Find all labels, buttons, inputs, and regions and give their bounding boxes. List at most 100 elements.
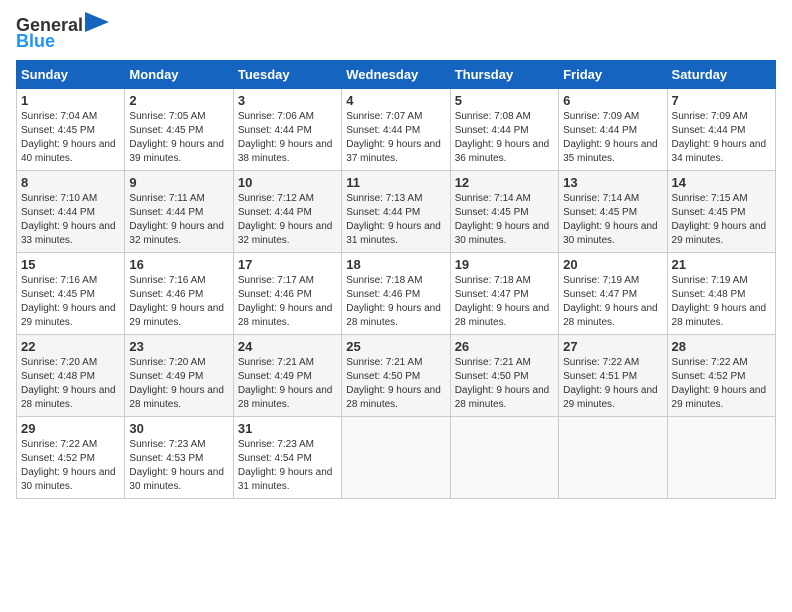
calendar-cell: 5 Sunrise: 7:08 AMSunset: 4:44 PMDaylight… <box>450 88 558 170</box>
calendar-cell: 28Sunrise: 7:22 AMSunset: 4:52 PMDayligh… <box>667 334 775 416</box>
day-number: 4 <box>346 93 445 108</box>
calendar-cell: 30 Sunrise: 7:23 AMSunset: 4:53 PMDayligh… <box>125 416 233 498</box>
day-info: Sunrise: 7:17 AMSunset: 4:46 PMDaylight:… <box>238 274 337 330</box>
day-info: Sunrise: 7:21 AMSunset: 4:50 PMDaylight:… <box>346 356 445 412</box>
calendar-cell: 8Sunrise: 7:10 AMSunset: 4:44 PMDaylight… <box>17 170 125 252</box>
calendar-cell: 27 Sunrise: 7:22 AMSunset: 4:51 PMDayligh… <box>559 334 667 416</box>
weekday-header-friday: Friday <box>559 60 667 88</box>
calendar-header: SundayMondayTuesdayWednesdayThursdayFrid… <box>17 60 776 88</box>
day-number: 31 <box>238 421 337 436</box>
day-number: 23 <box>129 339 228 354</box>
day-info: Sunrise: 7:08 AMSunset: 4:44 PMDaylight:… <box>455 110 554 166</box>
calendar-cell: 17Sunrise: 7:17 AMSunset: 4:46 PMDayligh… <box>233 252 341 334</box>
day-info: Sunrise: 7:15 AMSunset: 4:45 PMDaylight:… <box>672 192 771 248</box>
day-info: Sunrise: 7:18 AMSunset: 4:46 PMDaylight:… <box>346 274 445 330</box>
calendar-cell: 29 Sunrise: 7:22 AMSunset: 4:52 PMDayligh… <box>17 416 125 498</box>
day-number: 5 <box>455 93 554 108</box>
weekday-row: SundayMondayTuesdayWednesdayThursdayFrid… <box>17 60 776 88</box>
day-info: Sunrise: 7:05 AMSunset: 4:45 PMDaylight:… <box>129 110 228 166</box>
day-number: 9 <box>129 175 228 190</box>
calendar-cell: 25 Sunrise: 7:21 AMSunset: 4:50 PMDayligh… <box>342 334 450 416</box>
calendar-cell: 1 Sunrise: 7:04 AMSunset: 4:45 PMDaylight… <box>17 88 125 170</box>
calendar-week-5: 29 Sunrise: 7:22 AMSunset: 4:52 PMDayligh… <box>17 416 776 498</box>
day-number: 30 <box>129 421 228 436</box>
page-header: General Blue <box>16 16 776 52</box>
day-info: Sunrise: 7:19 AMSunset: 4:48 PMDaylight:… <box>672 274 771 330</box>
weekday-header-thursday: Thursday <box>450 60 558 88</box>
day-number: 6 <box>563 93 662 108</box>
day-number: 24 <box>238 339 337 354</box>
day-info: Sunrise: 7:16 AMSunset: 4:46 PMDaylight:… <box>129 274 228 330</box>
calendar-cell: 2 Sunrise: 7:05 AMSunset: 4:45 PMDaylight… <box>125 88 233 170</box>
day-number: 10 <box>238 175 337 190</box>
day-number: 26 <box>455 339 554 354</box>
day-number: 11 <box>346 175 445 190</box>
day-info: Sunrise: 7:11 AMSunset: 4:44 PMDaylight:… <box>129 192 228 248</box>
calendar-body: 1 Sunrise: 7:04 AMSunset: 4:45 PMDaylight… <box>17 88 776 498</box>
calendar-cell: 10 Sunrise: 7:12 AMSunset: 4:44 PMDayligh… <box>233 170 341 252</box>
calendar-cell: 4 Sunrise: 7:07 AMSunset: 4:44 PMDaylight… <box>342 88 450 170</box>
calendar-cell: 31 Sunrise: 7:23 AMSunset: 4:54 PMDayligh… <box>233 416 341 498</box>
day-info: Sunrise: 7:06 AMSunset: 4:44 PMDaylight:… <box>238 110 337 166</box>
day-number: 21 <box>672 257 771 272</box>
calendar-cell: 18 Sunrise: 7:18 AMSunset: 4:46 PMDayligh… <box>342 252 450 334</box>
day-number: 15 <box>21 257 120 272</box>
calendar-cell: 22 Sunrise: 7:20 AMSunset: 4:48 PMDayligh… <box>17 334 125 416</box>
calendar-cell: 11 Sunrise: 7:13 AMSunset: 4:44 PMDayligh… <box>342 170 450 252</box>
calendar-week-3: 15 Sunrise: 7:16 AMSunset: 4:45 PMDayligh… <box>17 252 776 334</box>
weekday-header-monday: Monday <box>125 60 233 88</box>
calendar-cell: 23 Sunrise: 7:20 AMSunset: 4:49 PMDayligh… <box>125 334 233 416</box>
day-info: Sunrise: 7:14 AMSunset: 4:45 PMDaylight:… <box>563 192 662 248</box>
day-number: 14 <box>672 175 771 190</box>
calendar-cell: 6 Sunrise: 7:09 AMSunset: 4:44 PMDaylight… <box>559 88 667 170</box>
day-number: 12 <box>455 175 554 190</box>
calendar-cell <box>667 416 775 498</box>
day-number: 27 <box>563 339 662 354</box>
calendar-cell: 21 Sunrise: 7:19 AMSunset: 4:48 PMDayligh… <box>667 252 775 334</box>
day-number: 28 <box>672 339 771 354</box>
calendar-cell: 7 Sunrise: 7:09 AMSunset: 4:44 PMDaylight… <box>667 88 775 170</box>
logo-text-blue: Blue <box>16 32 55 52</box>
day-number: 2 <box>129 93 228 108</box>
day-info: Sunrise: 7:09 AMSunset: 4:44 PMDaylight:… <box>672 110 771 166</box>
logo-arrow-icon <box>85 12 109 32</box>
calendar-cell: 15 Sunrise: 7:16 AMSunset: 4:45 PMDayligh… <box>17 252 125 334</box>
calendar-week-2: 8Sunrise: 7:10 AMSunset: 4:44 PMDaylight… <box>17 170 776 252</box>
calendar-cell <box>559 416 667 498</box>
logo: General Blue <box>16 16 109 52</box>
calendar-cell: 13 Sunrise: 7:14 AMSunset: 4:45 PMDayligh… <box>559 170 667 252</box>
weekday-header-wednesday: Wednesday <box>342 60 450 88</box>
calendar-cell: 14 Sunrise: 7:15 AMSunset: 4:45 PMDayligh… <box>667 170 775 252</box>
day-number: 13 <box>563 175 662 190</box>
calendar-week-4: 22 Sunrise: 7:20 AMSunset: 4:48 PMDayligh… <box>17 334 776 416</box>
day-number: 1 <box>21 93 120 108</box>
day-number: 8 <box>21 175 120 190</box>
day-info: Sunrise: 7:13 AMSunset: 4:44 PMDaylight:… <box>346 192 445 248</box>
day-info: Sunrise: 7:07 AMSunset: 4:44 PMDaylight:… <box>346 110 445 166</box>
day-info: Sunrise: 7:14 AMSunset: 4:45 PMDaylight:… <box>455 192 554 248</box>
calendar-cell: 3 Sunrise: 7:06 AMSunset: 4:44 PMDaylight… <box>233 88 341 170</box>
day-number: 16 <box>129 257 228 272</box>
day-info: Sunrise: 7:23 AMSunset: 4:53 PMDaylight:… <box>129 438 228 494</box>
calendar-cell: 12 Sunrise: 7:14 AMSunset: 4:45 PMDayligh… <box>450 170 558 252</box>
day-info: Sunrise: 7:12 AMSunset: 4:44 PMDaylight:… <box>238 192 337 248</box>
weekday-header-sunday: Sunday <box>17 60 125 88</box>
day-number: 29 <box>21 421 120 436</box>
day-number: 3 <box>238 93 337 108</box>
day-info: Sunrise: 7:21 AMSunset: 4:49 PMDaylight:… <box>238 356 337 412</box>
day-info: Sunrise: 7:22 AMSunset: 4:51 PMDaylight:… <box>563 356 662 412</box>
day-number: 22 <box>21 339 120 354</box>
calendar-cell: 16 Sunrise: 7:16 AMSunset: 4:46 PMDayligh… <box>125 252 233 334</box>
day-info: Sunrise: 7:23 AMSunset: 4:54 PMDaylight:… <box>238 438 337 494</box>
day-info: Sunrise: 7:04 AMSunset: 4:45 PMDaylight:… <box>21 110 120 166</box>
day-info: Sunrise: 7:09 AMSunset: 4:44 PMDaylight:… <box>563 110 662 166</box>
day-number: 18 <box>346 257 445 272</box>
day-number: 7 <box>672 93 771 108</box>
day-info: Sunrise: 7:16 AMSunset: 4:45 PMDaylight:… <box>21 274 120 330</box>
calendar-week-1: 1 Sunrise: 7:04 AMSunset: 4:45 PMDaylight… <box>17 88 776 170</box>
day-info: Sunrise: 7:22 AMSunset: 4:52 PMDaylight:… <box>21 438 120 494</box>
day-number: 25 <box>346 339 445 354</box>
day-number: 20 <box>563 257 662 272</box>
day-info: Sunrise: 7:20 AMSunset: 4:49 PMDaylight:… <box>129 356 228 412</box>
day-info: Sunrise: 7:20 AMSunset: 4:48 PMDaylight:… <box>21 356 120 412</box>
